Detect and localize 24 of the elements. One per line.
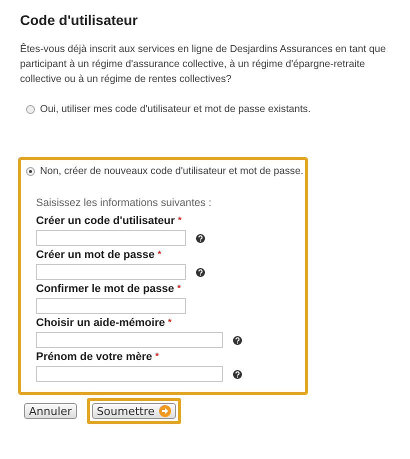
field-label: Prénom de votre mère * bbox=[36, 351, 160, 363]
intro-text: Êtes-vous déjà inscrit aux services en ligne de Desjardins Assurances en tant que participant à un régime d'assurance collective, à un régime d'épargne-retraite collective ou à un régime de rentes collectives? bbox=[20, 42, 387, 87]
help-icon[interactable] bbox=[233, 370, 242, 378]
submit-button[interactable]: Soumettre bbox=[92, 403, 176, 419]
input-field[interactable] bbox=[36, 264, 186, 280]
cancel-button[interactable]: Annuler bbox=[24, 403, 77, 419]
input-field[interactable] bbox=[36, 298, 186, 314]
help-icon[interactable] bbox=[233, 336, 242, 344]
arrow-icon bbox=[158, 405, 171, 417]
radio-button[interactable] bbox=[26, 167, 35, 176]
field-label: Confirmer le mot de passe * bbox=[36, 283, 182, 295]
field-label: Créer un code d'utilisateur * bbox=[36, 215, 183, 227]
option-label: Oui, utiliser mes code d'utilisateur et mot de passe existants. bbox=[40, 104, 311, 115]
help-icon[interactable] bbox=[196, 234, 205, 242]
option-label: Non, créer de nouveaux code d'utilisateur et mot de passe. bbox=[40, 166, 304, 177]
input-field[interactable] bbox=[36, 366, 223, 382]
instructions-text: Saisissez les informations suivantes : bbox=[36, 197, 212, 209]
input-field[interactable] bbox=[36, 230, 186, 246]
field-label: Créer un mot de passe * bbox=[36, 249, 162, 261]
help-icon[interactable] bbox=[196, 268, 205, 276]
input-field[interactable] bbox=[36, 332, 223, 348]
field-label: Choisir un aide-mémoire * bbox=[36, 317, 173, 329]
page-title: Code d'utilisateur bbox=[20, 12, 139, 28]
radio-button[interactable] bbox=[26, 105, 35, 114]
